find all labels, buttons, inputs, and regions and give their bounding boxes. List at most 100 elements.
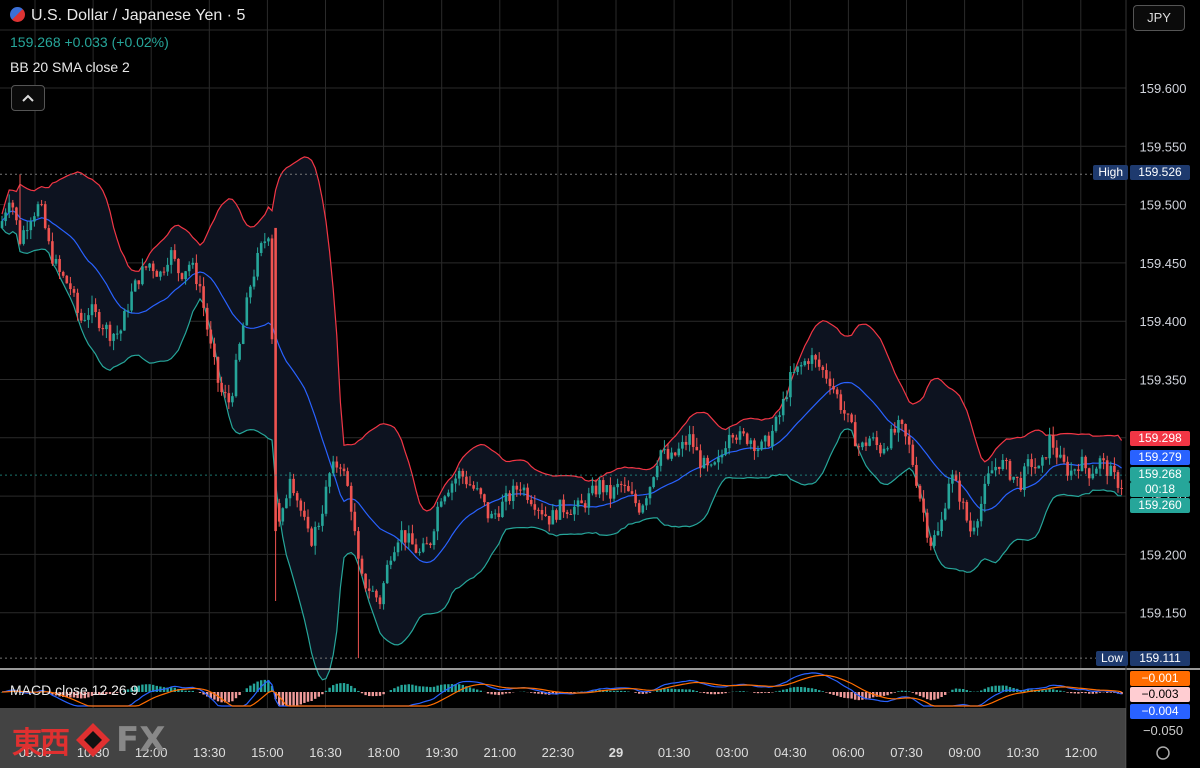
macd-histogram-bar [490,692,493,695]
candle-body [810,355,814,364]
candle-body [745,433,749,444]
candle-body [853,422,857,447]
candle-body [587,493,591,508]
macd-histogram-bar [429,687,432,692]
macd-histogram-bar [360,692,364,694]
candle-body [907,436,911,445]
macd-histogram-bar [396,686,400,692]
candle-body [47,228,51,242]
macd-histogram-bar [321,692,324,695]
candle-body [1012,476,1015,480]
candle-body [472,485,475,489]
candle-body [713,462,717,465]
macd-histogram-bar [1098,692,1102,693]
candle-body [1062,454,1066,462]
candle-body [281,508,285,522]
candle-body [220,382,223,393]
macd-histogram-bar [317,692,320,697]
candle-body [850,414,853,423]
candle-body [331,461,335,474]
candle-body [249,286,252,298]
candle-body [51,241,54,264]
candle-body [1116,472,1120,488]
candle-body [979,503,983,522]
indicator-legend[interactable]: BB 20 SMA close 2 [10,59,130,75]
candle-body [958,480,961,502]
macd-histogram-bar [425,686,428,692]
macd-histogram-bar [332,685,335,692]
time-tick: 22:30 [542,745,575,760]
macd-histogram-bar [699,692,702,693]
candle-body [601,480,605,493]
candle-body [976,521,979,528]
candle-body [778,415,781,417]
low-tag: Low [1095,651,1128,666]
macd-histogram-bar [422,686,425,692]
candle-body [69,283,72,290]
macd-histogram-bar [440,684,443,692]
candle-body [335,461,339,468]
candle-body [1055,447,1059,458]
candle-body [738,431,742,440]
macd-histogram-bar [958,688,961,692]
candle-body [25,230,29,232]
candle-body [317,525,321,527]
candle-body [375,590,378,598]
candle-body [1073,469,1077,471]
macd-histogram-bar [998,685,1001,692]
candle-body [180,273,184,280]
candle-body [223,392,227,394]
macd-histogram-bar [1073,692,1076,694]
macd-histogram-bar [436,685,439,692]
candle-body [666,449,670,459]
macd-histogram-bar [908,691,911,692]
candle-body [303,510,306,517]
macd-histogram-bar [670,688,673,692]
candle-body [727,434,731,449]
candle-body [641,505,645,513]
candle-body [807,361,810,364]
macd-histogram-bar [926,692,929,700]
candle-body [429,543,432,546]
time-tick: 15:00 [251,745,284,760]
macd-histogram-bar [760,692,763,694]
macd-legend[interactable]: MACD close 12 26 9 [10,682,138,698]
candle-body [994,466,997,471]
usdjpy-chart[interactable]: 159.600 159.550 159.500 159.450 159.400 159.3… [0,0,1200,768]
candle-body [558,499,562,520]
macd-histogram-bar [364,692,367,696]
macd-histogram-bar [674,689,677,692]
us-jp-flag-icon [10,7,25,22]
candle-body [83,319,87,321]
candle-body [177,258,180,274]
macd-histogram-bar [893,692,896,693]
candle-body [897,420,900,433]
macd-histogram-bar [843,692,846,698]
macd-histogram-bar [350,685,353,692]
macd-histogram-bar [900,690,904,692]
candle-body [58,258,61,272]
candle-body [493,513,497,515]
macd-histogram-bar [1066,692,1069,693]
candle-body [411,533,414,545]
candle-body [360,558,364,574]
candle-body [425,543,429,545]
macd-histogram-bar [897,691,900,692]
macd-signal-label: −0.001 [1130,671,1190,686]
symbol-title[interactable]: U.S. Dollar / Japanese Yen · 5 [10,7,245,25]
settings-icon[interactable] [1156,746,1170,760]
candle-body [385,564,389,584]
candle-body [216,357,220,383]
macd-histogram-bar [184,690,187,692]
time-tick: 29 [609,745,623,760]
macd-histogram-bar [980,690,983,692]
macd-histogram-bar [371,692,374,697]
macd-histogram-bar [530,692,533,693]
candle-body [130,291,133,311]
candle-body [421,543,425,552]
collapse-legend-button[interactable] [11,85,45,111]
candle-body [598,480,601,495]
price-axis[interactable]: 159.600 159.550 159.500 159.450 159.400 159.3… [1140,81,1187,621]
currency-button[interactable]: JPY [1133,5,1185,31]
macd-histogram-bar [296,692,299,706]
